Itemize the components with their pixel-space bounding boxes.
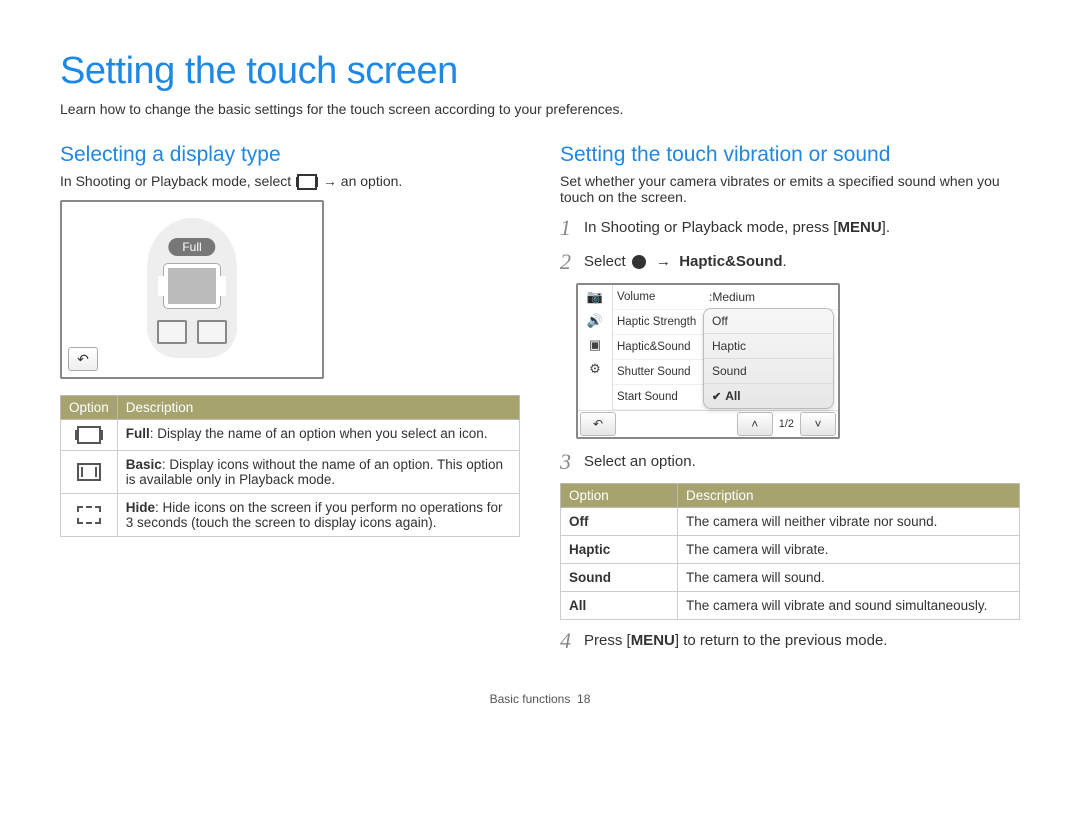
step-number: 1 [560, 215, 584, 241]
haptic-sound-screenshot: 📷 🔊 ▣ ⚙ Volume Haptic Strength Haptic&So… [576, 283, 840, 439]
left-lead-a: In Shooting or Playback mode, select [60, 173, 295, 189]
footer-page: 18 [577, 692, 590, 706]
step3-text: Select an option. [584, 449, 696, 470]
back-button[interactable]: ↶ [580, 412, 616, 436]
menu-value-column: :Medium Off Haptic Sound ✔ All [703, 285, 838, 410]
opt-desc: The camera will neither vibrate nor soun… [678, 508, 1020, 536]
opt-name: All [561, 592, 678, 620]
camera-icon[interactable]: 📷 [578, 285, 612, 309]
opt-label: Full [126, 426, 150, 441]
sound-icon [632, 255, 646, 269]
haptic-sound-popup: Off Haptic Sound ✔ All [703, 308, 834, 409]
th-description: Description [117, 396, 519, 420]
haptic-sound-table: Option Description Off The camera will n… [560, 483, 1020, 620]
menu-icon-column: 📷 🔊 ▣ ⚙ [578, 285, 613, 410]
popup-option-all[interactable]: ✔ All [704, 384, 833, 408]
opt-name: Haptic [561, 536, 678, 564]
footer-section: Basic functions [490, 692, 571, 706]
left-column: Selecting a display type In Shooting or … [60, 143, 520, 662]
table-row: Hide: Hide icons on the screen if you pe… [61, 494, 520, 537]
opt-label: Basic [126, 457, 162, 472]
opt-name: Off [561, 508, 678, 536]
step-2: 2 Select → Haptic&Sound. [560, 249, 1020, 275]
right-lead: Set whether your camera vibrates or emit… [560, 173, 1020, 205]
menu-label[interactable]: Volume [613, 285, 703, 310]
hide-icon [77, 506, 101, 524]
table-row: Full: Display the name of an option when… [61, 420, 520, 451]
down-button[interactable]: ˅ [800, 412, 836, 436]
back-button[interactable]: ↶ [68, 347, 98, 371]
menu-label[interactable]: Haptic&Sound [613, 335, 703, 360]
step-3: 3 Select an option. [560, 449, 1020, 475]
right-heading: Setting the touch vibration or sound [560, 143, 1020, 167]
menu-label[interactable]: Start Sound [613, 385, 703, 410]
popup-option-haptic[interactable]: Haptic [704, 334, 833, 359]
display-icon[interactable]: ▣ [578, 333, 612, 357]
display-type-table: Option Description Full: Display the nam… [60, 395, 520, 537]
right-column: Setting the touch vibration or sound Set… [560, 143, 1020, 662]
speaker-icon[interactable]: 🔊 [578, 309, 612, 333]
page-footer: Basic functions 18 [60, 692, 1020, 706]
step2-a: Select [584, 253, 630, 270]
menu-label[interactable]: Haptic Strength [613, 310, 703, 335]
opt-desc: The camera will sound. [678, 564, 1020, 592]
menu-label-column: Volume Haptic Strength Haptic&Sound Shut… [613, 285, 703, 410]
th-description: Description [678, 484, 1020, 508]
opt-label: Hide [126, 500, 155, 515]
up-button[interactable]: ˄ [737, 412, 773, 436]
step-4: 4 Press [MENU] to return to the previous… [560, 628, 1020, 654]
display-type-screenshot: Full ↶ [60, 200, 324, 379]
step1-menu: MENU [837, 219, 881, 236]
blank-icon [578, 381, 612, 405]
page-indicator: 1/2 [779, 418, 794, 430]
display-small-icons [157, 320, 227, 344]
popup-option-off[interactable]: Off [704, 309, 833, 334]
page-title: Setting the touch screen [60, 50, 1020, 93]
step-number: 2 [560, 249, 584, 275]
th-option: Option [61, 396, 118, 420]
opt-desc: The camera will vibrate. [678, 536, 1020, 564]
left-heading: Selecting a display type [60, 143, 520, 167]
opt-desc: : Display the name of an option when you… [150, 426, 488, 441]
opt-desc: The camera will vibrate and sound simult… [678, 592, 1020, 620]
th-option: Option [561, 484, 678, 508]
step4-menu: MENU [631, 632, 675, 649]
left-lead: In Shooting or Playback mode, select → a… [60, 173, 520, 190]
opt-desc: : Display icons without the name of an o… [126, 457, 503, 487]
display-type-icon [297, 174, 317, 190]
popup-all-label: All [725, 389, 740, 403]
left-lead-b: → an option. [323, 173, 402, 189]
step2-target: Haptic&Sound [679, 253, 782, 270]
step4-c: ] to return to the previous mode. [675, 632, 888, 649]
step4-a: Press [ [584, 632, 631, 649]
page-intro: Learn how to change the basic settings f… [60, 101, 1020, 117]
check-icon: ✔ [712, 390, 721, 403]
table-row: Sound The camera will sound. [561, 564, 1020, 592]
menu-label[interactable]: Shutter Sound [613, 360, 703, 385]
step-1: 1 In Shooting or Playback mode, press [M… [560, 215, 1020, 241]
lcd-footer: ↶ ˄ 1/2 ˅ [578, 410, 838, 437]
full-badge: Full [168, 238, 215, 256]
full-icon [77, 426, 101, 444]
table-row: Off The camera will neither vibrate nor … [561, 508, 1020, 536]
display-hide-icon [197, 320, 227, 344]
gear-icon[interactable]: ⚙ [578, 357, 612, 381]
table-row: All The camera will vibrate and sound si… [561, 592, 1020, 620]
popup-option-sound[interactable]: Sound [704, 359, 833, 384]
opt-desc: : Hide icons on the screen if you perfor… [126, 500, 503, 530]
step-number: 3 [560, 449, 584, 475]
display-full-icon [164, 264, 220, 308]
step2-d: . [783, 253, 787, 270]
step1-c: ]. [882, 219, 890, 236]
step-number: 4 [560, 628, 584, 654]
table-row: Basic: Display icons without the name of… [61, 451, 520, 494]
table-row: Haptic The camera will vibrate. [561, 536, 1020, 564]
step1-a: In Shooting or Playback mode, press [ [584, 219, 837, 236]
basic-icon [77, 463, 101, 481]
display-basic-icon [157, 320, 187, 344]
step2-arrow: → [652, 253, 675, 270]
volume-value: :Medium [703, 285, 838, 310]
opt-name: Sound [561, 564, 678, 592]
